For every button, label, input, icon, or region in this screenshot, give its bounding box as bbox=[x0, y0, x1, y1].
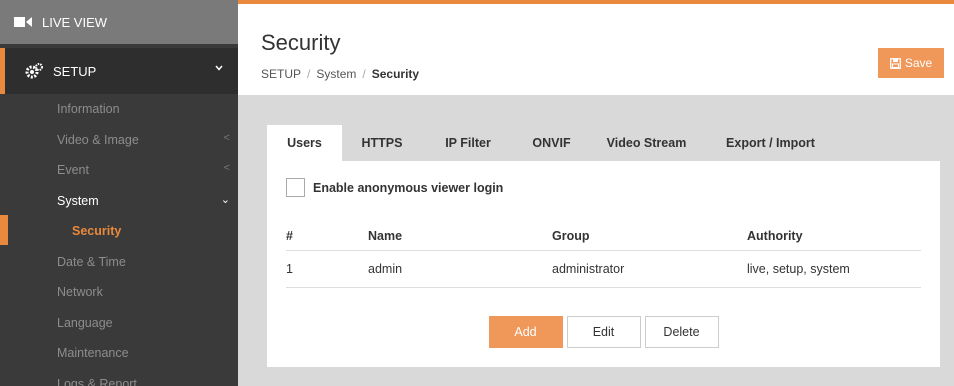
tab-users[interactable]: Users bbox=[267, 125, 342, 161]
tab-ip-filter[interactable]: IP Filter bbox=[422, 125, 514, 161]
sidebar-item-label: Language bbox=[57, 315, 113, 330]
sidebar-item-date-time[interactable]: Date & Time bbox=[0, 247, 238, 278]
table-header-row: # Name Group Authority bbox=[286, 222, 921, 251]
sidebar-item-information[interactable]: Information bbox=[0, 94, 238, 125]
sidebar-item-system[interactable]: System ⌄ bbox=[0, 186, 238, 217]
tab-label: Users bbox=[287, 136, 322, 150]
column-header-group: Group bbox=[552, 222, 747, 251]
live-view-label: LIVE VIEW bbox=[42, 14, 108, 30]
sidebar-item-label: Network bbox=[57, 285, 103, 300]
security-panel: Users HTTPS IP Filter ONVIF Video Stream… bbox=[267, 125, 940, 367]
cell-number: 1 bbox=[286, 250, 368, 288]
sidebar-item-label: Date & Time bbox=[57, 254, 126, 269]
page-header: Security SETUP / System / Security Save bbox=[238, 0, 954, 95]
sidebar-item-logs-report[interactable]: Logs & Report bbox=[0, 369, 238, 386]
table-row[interactable]: 1 admin administrator live, setup, syste… bbox=[286, 250, 921, 288]
tab-label: HTTPS bbox=[361, 136, 403, 150]
cell-name: admin bbox=[368, 250, 552, 288]
users-card: Enable anonymous viewer login # Name Gro… bbox=[267, 161, 940, 367]
chevron-down-icon: ⌄ bbox=[220, 193, 230, 206]
cell-group: administrator bbox=[552, 250, 747, 288]
sidebar-item-network[interactable]: Network bbox=[0, 277, 238, 308]
sidebar-item-security[interactable]: Security bbox=[0, 216, 238, 247]
tab-label: Video Stream bbox=[606, 136, 687, 150]
sidebar-item-language[interactable]: Language bbox=[0, 308, 238, 339]
chevron-down-icon bbox=[215, 65, 223, 71]
column-header-name: Name bbox=[368, 222, 552, 251]
sidebar-item-label: Logs & Report bbox=[57, 376, 137, 386]
gear-icon bbox=[25, 63, 43, 79]
camera-icon bbox=[14, 17, 32, 27]
sidebar-item-label: System bbox=[57, 193, 99, 208]
tab-https[interactable]: HTTPS bbox=[342, 125, 422, 161]
anonymous-login-option: Enable anonymous viewer login bbox=[286, 178, 503, 197]
breadcrumb-separator: / bbox=[362, 67, 366, 81]
save-button[interactable]: Save bbox=[878, 48, 944, 78]
tab-bar: Users HTTPS IP Filter ONVIF Video Stream… bbox=[267, 125, 940, 161]
tab-export-import[interactable]: Export / Import bbox=[704, 125, 837, 161]
column-header-number: # bbox=[286, 222, 368, 251]
save-button-label: Save bbox=[904, 56, 933, 70]
tab-video-stream[interactable]: Video Stream bbox=[589, 125, 704, 161]
add-user-button[interactable]: Add bbox=[488, 316, 563, 348]
floppy-disk-icon bbox=[889, 57, 901, 69]
breadcrumb: SETUP / System / Security bbox=[261, 67, 419, 81]
sidebar-item-event[interactable]: Event < bbox=[0, 155, 238, 186]
sidebar-item-label: Information bbox=[57, 102, 120, 117]
page-title: Security bbox=[261, 30, 341, 55]
sidebar: LIVE VIEW SETUP Information Video & Imag… bbox=[0, 0, 238, 386]
live-view-nav[interactable]: LIVE VIEW bbox=[0, 0, 238, 44]
breadcrumb-system[interactable]: System bbox=[316, 67, 356, 81]
tab-onvif[interactable]: ONVIF bbox=[514, 125, 589, 161]
chevron-left-icon: < bbox=[223, 162, 230, 174]
setup-nav[interactable]: SETUP bbox=[0, 48, 238, 94]
sidebar-item-label: Event bbox=[57, 163, 89, 178]
chevron-left-icon: < bbox=[223, 131, 230, 144]
anonymous-login-checkbox[interactable] bbox=[286, 178, 305, 197]
breadcrumb-current: Security bbox=[371, 67, 420, 81]
setup-label: SETUP bbox=[53, 63, 97, 79]
user-actions: Add Edit Delete bbox=[267, 316, 940, 348]
tab-label: Export / Import bbox=[726, 136, 815, 150]
edit-user-button[interactable]: Edit bbox=[566, 316, 641, 348]
sidebar-item-label: Maintenance bbox=[57, 346, 129, 361]
anonymous-login-label: Enable anonymous viewer login bbox=[313, 180, 504, 195]
breadcrumb-setup[interactable]: SETUP bbox=[261, 67, 301, 81]
tab-label: ONVIF bbox=[532, 136, 571, 150]
users-table: # Name Group Authority 1 admin administr… bbox=[286, 222, 921, 288]
delete-user-button[interactable]: Delete bbox=[644, 316, 719, 348]
cell-authority: live, setup, system bbox=[747, 250, 921, 288]
active-item-marker bbox=[0, 215, 8, 245]
sidebar-item-video-image[interactable]: Video & Image < bbox=[0, 125, 238, 156]
tab-label: IP Filter bbox=[445, 136, 491, 150]
breadcrumb-separator: / bbox=[307, 67, 311, 81]
column-header-authority: Authority bbox=[747, 222, 921, 251]
setup-submenu: Information Video & Image < Event < Syst… bbox=[0, 94, 238, 386]
sidebar-item-maintenance[interactable]: Maintenance bbox=[0, 338, 238, 369]
sidebar-item-label: Security bbox=[72, 224, 122, 239]
sidebar-item-label: Video & Image bbox=[57, 132, 139, 147]
